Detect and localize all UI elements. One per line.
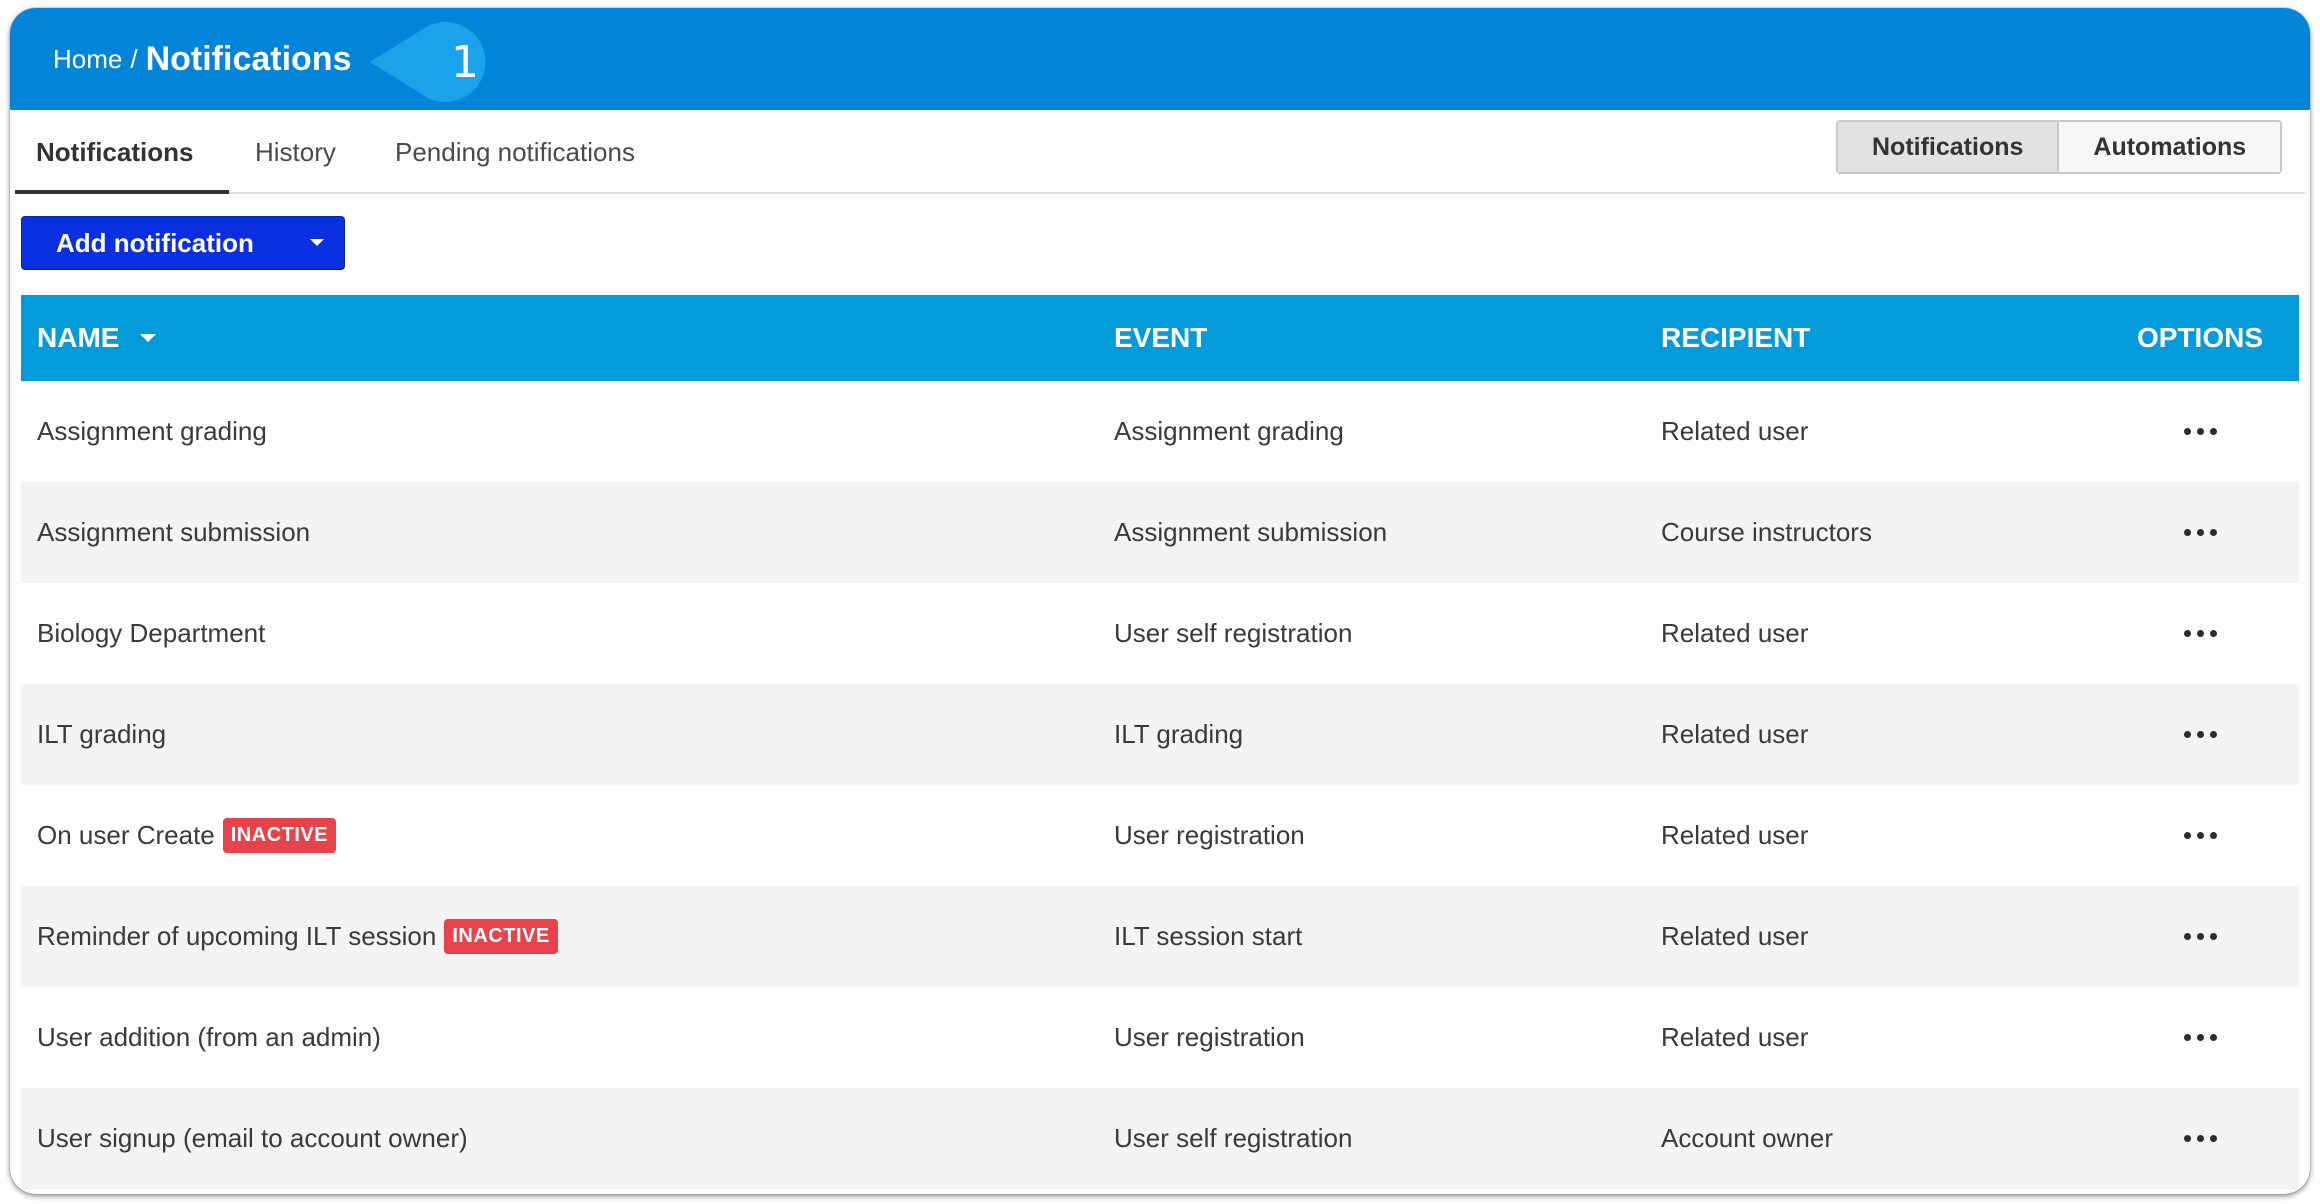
notification-event: ILT session start	[1114, 921, 1303, 951]
active-tab-indicator	[15, 190, 229, 194]
tab-label: Notifications	[36, 136, 194, 167]
more-options-icon[interactable]	[2183, 518, 2217, 548]
more-options-icon[interactable]	[2183, 417, 2217, 447]
notification-recipient: Related user	[1661, 921, 1809, 951]
add-notification-split-button: Add notification	[21, 216, 345, 270]
inactive-status-badge: INACTIVE	[222, 818, 337, 853]
table-header-row: NAME EVENT RECIPIENT OPTIONS	[21, 295, 2299, 381]
more-options-icon[interactable]	[2183, 1124, 2217, 1154]
notification-name[interactable]: Biology Department	[37, 618, 265, 649]
table-row[interactable]: On user Create INACTIVE User registratio…	[21, 785, 2299, 886]
page-header: Home / Notifications	[10, 8, 2310, 110]
caret-down-icon	[310, 239, 325, 246]
notification-name[interactable]: User signup (email to account owner)	[37, 1123, 468, 1154]
callout-number: 1	[451, 36, 479, 88]
notification-recipient: Course instructors	[1661, 517, 1872, 547]
tab-label: Pending notifications	[395, 136, 635, 167]
notification-name[interactable]: User addition (from an admin)	[37, 1022, 381, 1053]
notification-event: Assignment grading	[1114, 416, 1344, 446]
notifications-table: NAME EVENT RECIPIENT OPTIONS Assignment …	[21, 295, 2299, 1189]
breadcrumb-separator: /	[130, 43, 138, 74]
notification-recipient: Related user	[1661, 1022, 1809, 1052]
sort-caret-down-icon[interactable]	[139, 333, 157, 343]
inactive-status-badge: INACTIVE	[444, 919, 558, 954]
notification-name[interactable]: On user Create	[37, 820, 215, 851]
column-header-label: NAME	[37, 322, 120, 353]
step-callout-badge: 1	[370, 22, 500, 102]
tab-history[interactable]: History	[255, 110, 336, 194]
table-row[interactable]: Biology Department User self registratio…	[21, 583, 2299, 684]
breadcrumb-home-link[interactable]: Home	[53, 44, 122, 75]
tab-label: History	[255, 136, 336, 167]
table-row[interactable]: Assignment submission Assignment submiss…	[21, 482, 2299, 583]
more-options-icon[interactable]	[2183, 821, 2217, 851]
notification-recipient: Related user	[1661, 820, 1809, 850]
add-notification-button[interactable]: Add notification	[22, 228, 290, 259]
notification-recipient: Related user	[1661, 416, 1809, 446]
more-options-icon[interactable]	[2183, 1023, 2217, 1053]
more-options-icon[interactable]	[2183, 720, 2217, 750]
table-row[interactable]: Assignment grading Assignment grading Re…	[21, 381, 2299, 482]
notification-event: User registration	[1114, 1022, 1305, 1052]
table-row[interactable]: ILT grading ILT grading Related user	[21, 684, 2299, 785]
view-toggle: Notifications Automations	[1836, 120, 2283, 174]
notification-event: User self registration	[1114, 1123, 1353, 1153]
column-header-event: EVENT	[1114, 322, 1208, 353]
notification-name[interactable]: Assignment submission	[37, 517, 310, 548]
notification-event: ILT grading	[1114, 719, 1244, 749]
add-notification-dropdown-button[interactable]	[290, 216, 344, 270]
notification-event: Assignment submission	[1114, 517, 1388, 547]
notification-event: User self registration	[1114, 618, 1353, 648]
column-header-name[interactable]: NAME	[37, 322, 157, 354]
notification-name[interactable]: Assignment grading	[37, 416, 267, 447]
page-title: Notifications	[145, 39, 352, 78]
toggle-automations-button[interactable]: Automations	[2059, 122, 2281, 172]
notification-name[interactable]: Reminder of upcoming ILT session	[37, 921, 436, 952]
notification-recipient: Related user	[1661, 618, 1809, 648]
notification-recipient: Account owner	[1661, 1123, 1833, 1153]
tab-notifications[interactable]: Notifications	[36, 110, 193, 194]
notification-name[interactable]: ILT grading	[37, 719, 166, 750]
table-row[interactable]: Reminder of upcoming ILT session INACTIV…	[21, 886, 2299, 987]
table-row[interactable]: User addition (from an admin) User regis…	[21, 987, 2299, 1088]
table-row[interactable]: User signup (email to account owner) Use…	[21, 1088, 2299, 1189]
column-header-recipient: RECIPIENT	[1661, 322, 1811, 353]
notification-recipient: Related user	[1661, 719, 1809, 749]
toggle-notifications-button[interactable]: Notifications	[1838, 122, 2060, 172]
column-header-options: OPTIONS	[2136, 322, 2263, 353]
more-options-icon[interactable]	[2183, 619, 2217, 649]
notification-event: User registration	[1114, 820, 1305, 850]
tab-pending-notifications[interactable]: Pending notifications	[395, 110, 635, 194]
app-window: Home / Notifications 1 Notifications His…	[10, 8, 2310, 1194]
more-options-icon[interactable]	[2183, 922, 2217, 952]
